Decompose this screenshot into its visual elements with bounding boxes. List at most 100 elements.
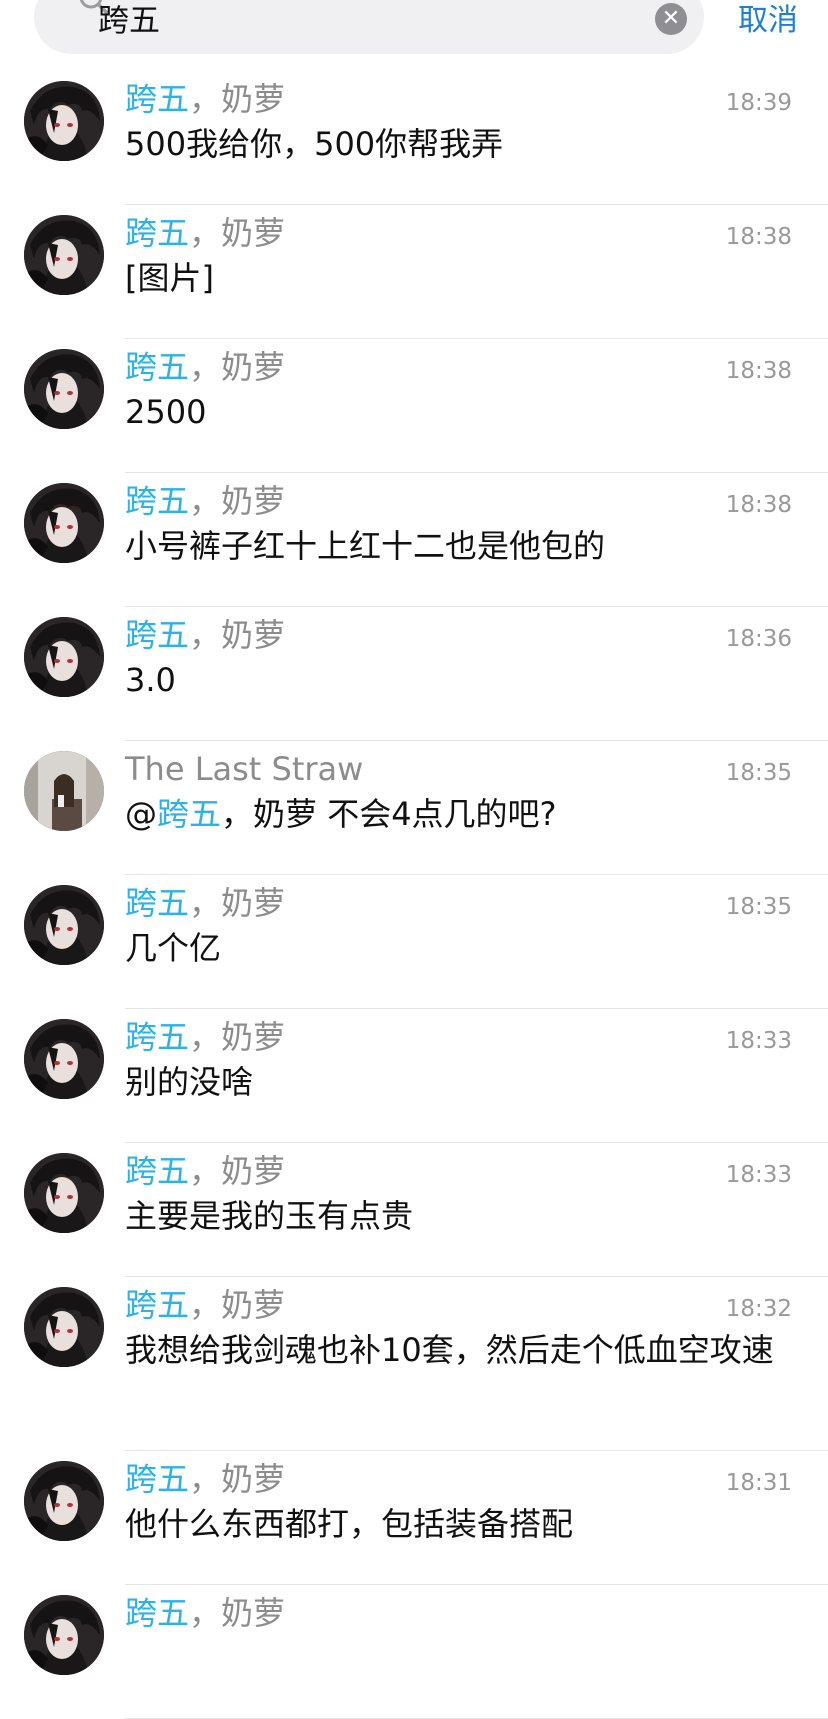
sender-rest: ，奶萝 [189, 80, 286, 118]
avatar[interactable] [24, 617, 104, 697]
sender-rest: ，奶萝 [189, 1018, 286, 1056]
anime-avatar-image [24, 1153, 104, 1233]
message-time: 18:32 [725, 1296, 792, 1322]
message-body: 我想给我剑魂也补10套，然后走个低血空攻速 [125, 1331, 774, 1369]
message-row[interactable]: 跨五，奶萝 18:32 我想给我剑魂也补10套，然后走个低血空攻速 [0, 1277, 828, 1451]
avatar[interactable] [24, 751, 104, 831]
sender-highlight: 跨五 [125, 1594, 190, 1632]
anime-avatar-image [24, 1287, 104, 1367]
sender-name: 跨五，奶萝 [125, 1149, 285, 1193]
photo-avatar-image [24, 751, 104, 831]
sender-highlight: 跨五 [125, 884, 190, 922]
sender-name: 跨五，奶萝 [125, 1591, 285, 1635]
message-row[interactable]: 跨五，奶萝 18:33 主要是我的玉有点贵 [0, 1143, 828, 1277]
sender-highlight: 跨五 [125, 482, 190, 520]
message-body: 3.0 [125, 661, 176, 699]
sender-name: 跨五，奶萝 [125, 1015, 285, 1059]
search-input[interactable]: 跨五 [98, 0, 638, 42]
message-row[interactable]: 跨五，奶萝 18:38 小号裤子红十上红十二也是他包的 [0, 473, 828, 607]
message-text: [图片] [125, 258, 790, 298]
message-row[interactable]: 跨五，奶萝 18:38 [图片] [0, 205, 828, 339]
mention-prefix: @ [125, 795, 157, 833]
sender-highlight: 跨五 [125, 1018, 190, 1056]
anime-avatar-image [24, 885, 104, 965]
avatar[interactable] [24, 1019, 104, 1099]
message-body: 他什么东西都打，包括装备搭配 [125, 1505, 574, 1543]
message-time: 18:35 [725, 894, 792, 920]
message-row[interactable]: 跨五，奶萝 18:33 别的没啥 [0, 1009, 828, 1143]
message-time: 18:39 [725, 90, 792, 116]
sender-rest: ，奶萝 [189, 616, 286, 654]
anime-avatar-image [24, 81, 104, 161]
message-text: 2500 [125, 392, 790, 432]
sender-rest: ，奶萝 [189, 884, 286, 922]
sender-rest: ，奶萝 [189, 1594, 286, 1632]
avatar[interactable] [24, 1595, 104, 1675]
avatar[interactable] [24, 81, 104, 161]
sender-name: 跨五，奶萝 [125, 479, 285, 523]
message-body: ，奶萝 不会4点几的吧? [221, 795, 557, 833]
message-time: 18:33 [725, 1028, 792, 1054]
message-body: 500我给你，500你帮我弄 [125, 125, 504, 163]
avatar[interactable] [24, 1153, 104, 1233]
message-text: 小号裤子红十上红十二也是他包的 [125, 526, 790, 566]
avatar[interactable] [24, 349, 104, 429]
sender-rest: ，奶萝 [189, 1286, 286, 1324]
message-body: 主要是我的玉有点贵 [125, 1197, 414, 1235]
message-row[interactable]: 跨五，奶萝 18:36 3.0 [0, 607, 828, 741]
message-text: 500我给你，500你帮我弄 [125, 124, 790, 164]
message-text: 主要是我的玉有点贵 [125, 1196, 790, 1236]
message-row[interactable]: 跨五，奶萝 18:35 几个亿 [0, 875, 828, 1009]
avatar[interactable] [24, 1287, 104, 1367]
message-row[interactable]: 跨五，奶萝 18:39 500我给你，500你帮我弄 [0, 71, 828, 205]
message-time: 18:31 [725, 1470, 792, 1496]
sender-name: 跨五，奶萝 [125, 881, 285, 925]
search-results-list: 跨五，奶萝 18:39 500我给你，500你帮我弄 跨五，奶萝 18:38 [图片] 跨五… [0, 71, 828, 1719]
sender-rest: ，奶萝 [189, 348, 286, 386]
message-text: 别的没啥 [125, 1062, 790, 1102]
anime-avatar-image [24, 1019, 104, 1099]
anime-avatar-image [24, 483, 104, 563]
anime-avatar-image [24, 215, 104, 295]
sender-name: 跨五，奶萝 [125, 345, 285, 389]
sender-name: 跨五，奶萝 [125, 211, 285, 255]
message-body: 小号裤子红十上红十二也是他包的 [125, 527, 606, 565]
sender-rest: The Last Straw [125, 750, 364, 788]
avatar[interactable] [24, 1461, 104, 1541]
message-row[interactable]: 跨五，奶萝 18:38 2500 [0, 339, 828, 473]
message-text: 几个亿 [125, 928, 790, 968]
message-text: 他什么东西都打，包括装备搭配 [125, 1504, 790, 1544]
anime-avatar-image [24, 617, 104, 697]
sender-name: 跨五，奶萝 [125, 77, 285, 121]
sender-highlight: 跨五 [125, 348, 190, 386]
sender-highlight: 跨五 [125, 1286, 190, 1324]
sender-highlight: 跨五 [125, 616, 190, 654]
anime-avatar-image [24, 1595, 104, 1675]
message-row[interactable]: 跨五，奶萝 [0, 1585, 828, 1719]
message-body: 2500 [125, 393, 207, 431]
avatar[interactable] [24, 483, 104, 563]
message-time: 18:38 [725, 358, 792, 384]
sender-rest: ，奶萝 [189, 482, 286, 520]
sender-rest: ，奶萝 [189, 1460, 286, 1498]
message-time: 18:33 [725, 1162, 792, 1188]
sender-name: 跨五，奶萝 [125, 1457, 285, 1501]
cancel-button[interactable]: 取消 [738, 0, 798, 42]
message-time: 18:38 [725, 492, 792, 518]
avatar[interactable] [24, 215, 104, 295]
avatar[interactable] [24, 885, 104, 965]
message-time: 18:36 [725, 626, 792, 652]
message-row[interactable]: The Last Straw 18:35 @跨五，奶萝 不会4点几的吧? [0, 741, 828, 875]
sender-highlight: 跨五 [125, 214, 190, 252]
message-time: 18:38 [725, 224, 792, 250]
sender-rest: ，奶萝 [189, 1152, 286, 1190]
anime-avatar-image [24, 349, 104, 429]
message-text: 3.0 [125, 660, 790, 700]
message-row[interactable]: 跨五，奶萝 18:31 他什么东西都打，包括装备搭配 [0, 1451, 828, 1585]
sender-highlight: 跨五 [125, 80, 190, 118]
clear-search-button[interactable]: ✕ [655, 3, 687, 35]
text-highlight: 跨五 [157, 795, 222, 833]
message-text: 我想给我剑魂也补10套，然后走个低血空攻速 [125, 1330, 790, 1370]
message-time: 18:35 [725, 760, 792, 786]
sender-highlight: 跨五 [125, 1152, 190, 1190]
